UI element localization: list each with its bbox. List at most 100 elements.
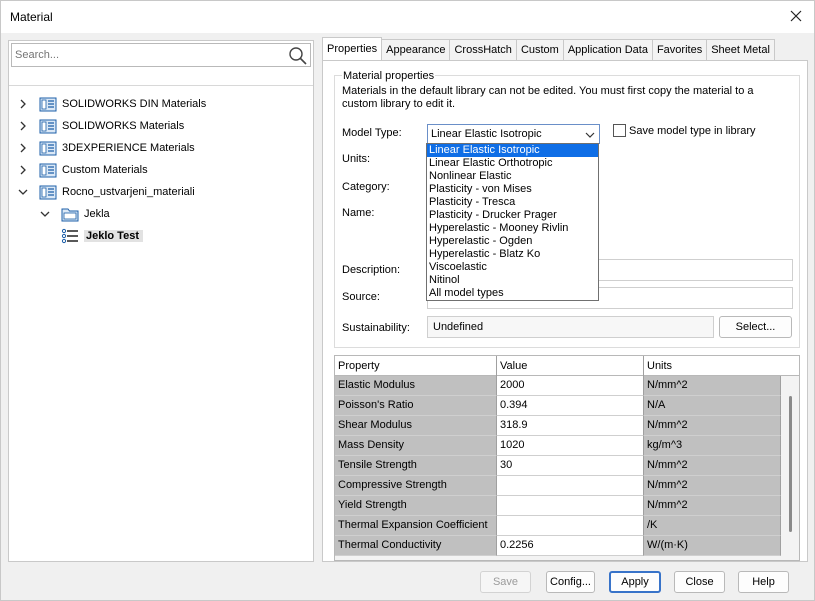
dropdown-option[interactable]: Plasticity - von Mises [427,183,598,196]
units-cell: N/mm^2 [644,456,781,476]
tab-sheet-metal[interactable]: Sheet Metal [706,39,775,61]
material-library-icon [39,119,57,134]
table-scrollbar[interactable] [781,376,799,560]
dropdown-option[interactable]: Hyperelastic - Ogden [427,235,598,248]
property-table: Property Value Units Elastic Modulus 2000… [334,355,800,561]
category-label: Category: [342,181,390,193]
dropdown-option[interactable]: Viscoelastic [427,261,598,274]
model-type-label: Model Type: [342,127,402,139]
apply-button[interactable]: Apply [609,571,661,593]
dropdown-option[interactable]: Linear Elastic Isotropic [427,144,598,157]
save-button[interactable]: Save [480,571,531,593]
chevron-right-icon[interactable] [17,142,29,154]
dropdown-option[interactable]: Nitinol [427,274,598,287]
model-type-value: Linear Elastic Isotropic [431,128,542,140]
chevron-right-icon[interactable] [17,164,29,176]
column-header-value[interactable]: Value [497,356,644,376]
tab-custom[interactable]: Custom [515,39,564,61]
config-button[interactable]: Config... [546,571,595,593]
value-cell[interactable]: 1020 [497,436,644,456]
value-cell[interactable]: 30 [497,456,644,476]
close-button[interactable]: Close [674,571,725,593]
dropdown-option[interactable]: All model types [427,287,598,300]
chevron-down-icon[interactable] [17,186,29,198]
tab-properties[interactable]: Properties [322,37,383,61]
units-cell: N/A [644,396,781,416]
dropdown-option[interactable]: Linear Elastic Orthotropic [427,157,598,170]
tree-item-label: SOLIDWORKS Materials [62,120,185,132]
tree-item-rocno-ustvarjeni-materiali[interactable]: Rocno_ustvarjeni_materiali [17,182,195,202]
chevron-right-icon[interactable] [17,120,29,132]
column-header-property[interactable]: Property [335,356,497,376]
value-cell[interactable] [497,496,644,516]
tab-favorites[interactable]: Favorites [651,39,708,61]
dropdown-option[interactable]: Nonlinear Elastic [427,170,598,183]
value-cell[interactable]: 0.2256 [497,536,644,556]
property-cell: Mass Density [335,436,497,456]
search-icon[interactable] [288,46,308,66]
units-cell: W/(m·K) [644,536,781,556]
sustainability-label: Sustainability: [342,322,410,334]
table-header: Property Value Units [335,356,799,376]
value-cell[interactable] [497,516,644,536]
close-icon[interactable] [786,6,806,26]
tab-bar: Properties Appearance CrossHatch Custom Appl… [322,37,775,61]
table-row: Thermal Conductivity 0.2256 W/(m·K) [335,536,781,556]
units-label: Units: [342,153,371,165]
tree-item-label: SOLIDWORKS DIN Materials [62,98,207,110]
column-header-units[interactable]: Units [644,356,799,376]
dropdown-option[interactable]: Hyperelastic - Mooney Rivlin [427,222,598,235]
table-row: Mass Density 1020 kg/m^3 [335,436,781,456]
dropdown-option[interactable]: Hyperelastic - Blatz Ko [427,248,598,261]
window-title: Material [10,10,53,24]
sustainability-field: Undefined [427,316,714,338]
units-cell: N/mm^2 [644,476,781,496]
source-label: Source: [342,291,380,303]
value-cell[interactable]: 318.9 [497,416,644,436]
help-button[interactable]: Help [738,571,789,593]
description-label: Description: [342,264,401,276]
tree-item-solidworks-materials[interactable]: SOLIDWORKS Materials [17,116,184,136]
property-cell: Compressive Strength [335,476,497,496]
library-note: Materials in the default library can not… [342,85,754,110]
dropdown-option[interactable]: Plasticity - Tresca [427,196,598,209]
select-button[interactable]: Select... [719,316,792,338]
units-cell: N/mm^2 [644,376,781,396]
dropdown-option[interactable]: Plasticity - Drucker Prager [427,209,598,222]
property-cell: Tensile Strength [335,456,497,476]
value-cell[interactable] [497,476,644,496]
units-cell: N/mm^2 [644,496,781,516]
value-cell[interactable]: 0.394 [497,396,644,416]
tree-item-custom-materials[interactable]: Custom Materials [17,160,148,180]
tree-item-jekla[interactable]: Jekla [39,204,110,224]
tree-item-label: Jeklo Test [84,230,143,242]
table-row: Tensile Strength 30 N/mm^2 [335,456,781,476]
tree-item-label: Custom Materials [62,164,148,176]
folder-icon [61,208,79,222]
tree-item-solidworks-din-materials[interactable]: SOLIDWORKS DIN Materials [17,94,206,114]
search-input[interactable] [15,47,285,63]
table-row: Shear Modulus 318.9 N/mm^2 [335,416,781,436]
tree-item-jeklo-test[interactable]: Jeklo Test [61,226,143,246]
model-type-dropdown-list: Linear Elastic Isotropic Linear Elastic O… [426,143,599,301]
scrollbar-thumb[interactable] [789,396,792,532]
material-library-panel: SOLIDWORKS DIN Materials SOLIDWORKS Mater… [8,40,314,562]
table-row: Poisson's Ratio 0.394 N/A [335,396,781,416]
chevron-right-icon[interactable] [17,98,29,110]
chevron-down-icon[interactable] [39,208,51,220]
group-title: Material properties [342,70,436,82]
units-cell: /K [644,516,781,536]
property-cell: Yield Strength [335,496,497,516]
tree-item-3dexperience-materials[interactable]: 3DEXPERIENCE Materials [17,138,195,158]
save-model-type-checkbox[interactable] [613,124,626,137]
tree-item-label: 3DEXPERIENCE Materials [62,142,195,154]
tab-application-data[interactable]: Application Data [562,39,653,61]
model-type-combo[interactable]: Linear Elastic Isotropic [427,124,600,144]
sustainability-value: Undefined [433,321,484,333]
save-model-type-label: Save model type in library [629,125,756,137]
material-library-icon [39,141,57,156]
tab-appearance[interactable]: Appearance [381,39,451,61]
value-cell[interactable]: 2000 [497,376,644,396]
property-cell: Thermal Conductivity [335,536,497,556]
tab-crosshatch[interactable]: CrossHatch [449,39,517,61]
